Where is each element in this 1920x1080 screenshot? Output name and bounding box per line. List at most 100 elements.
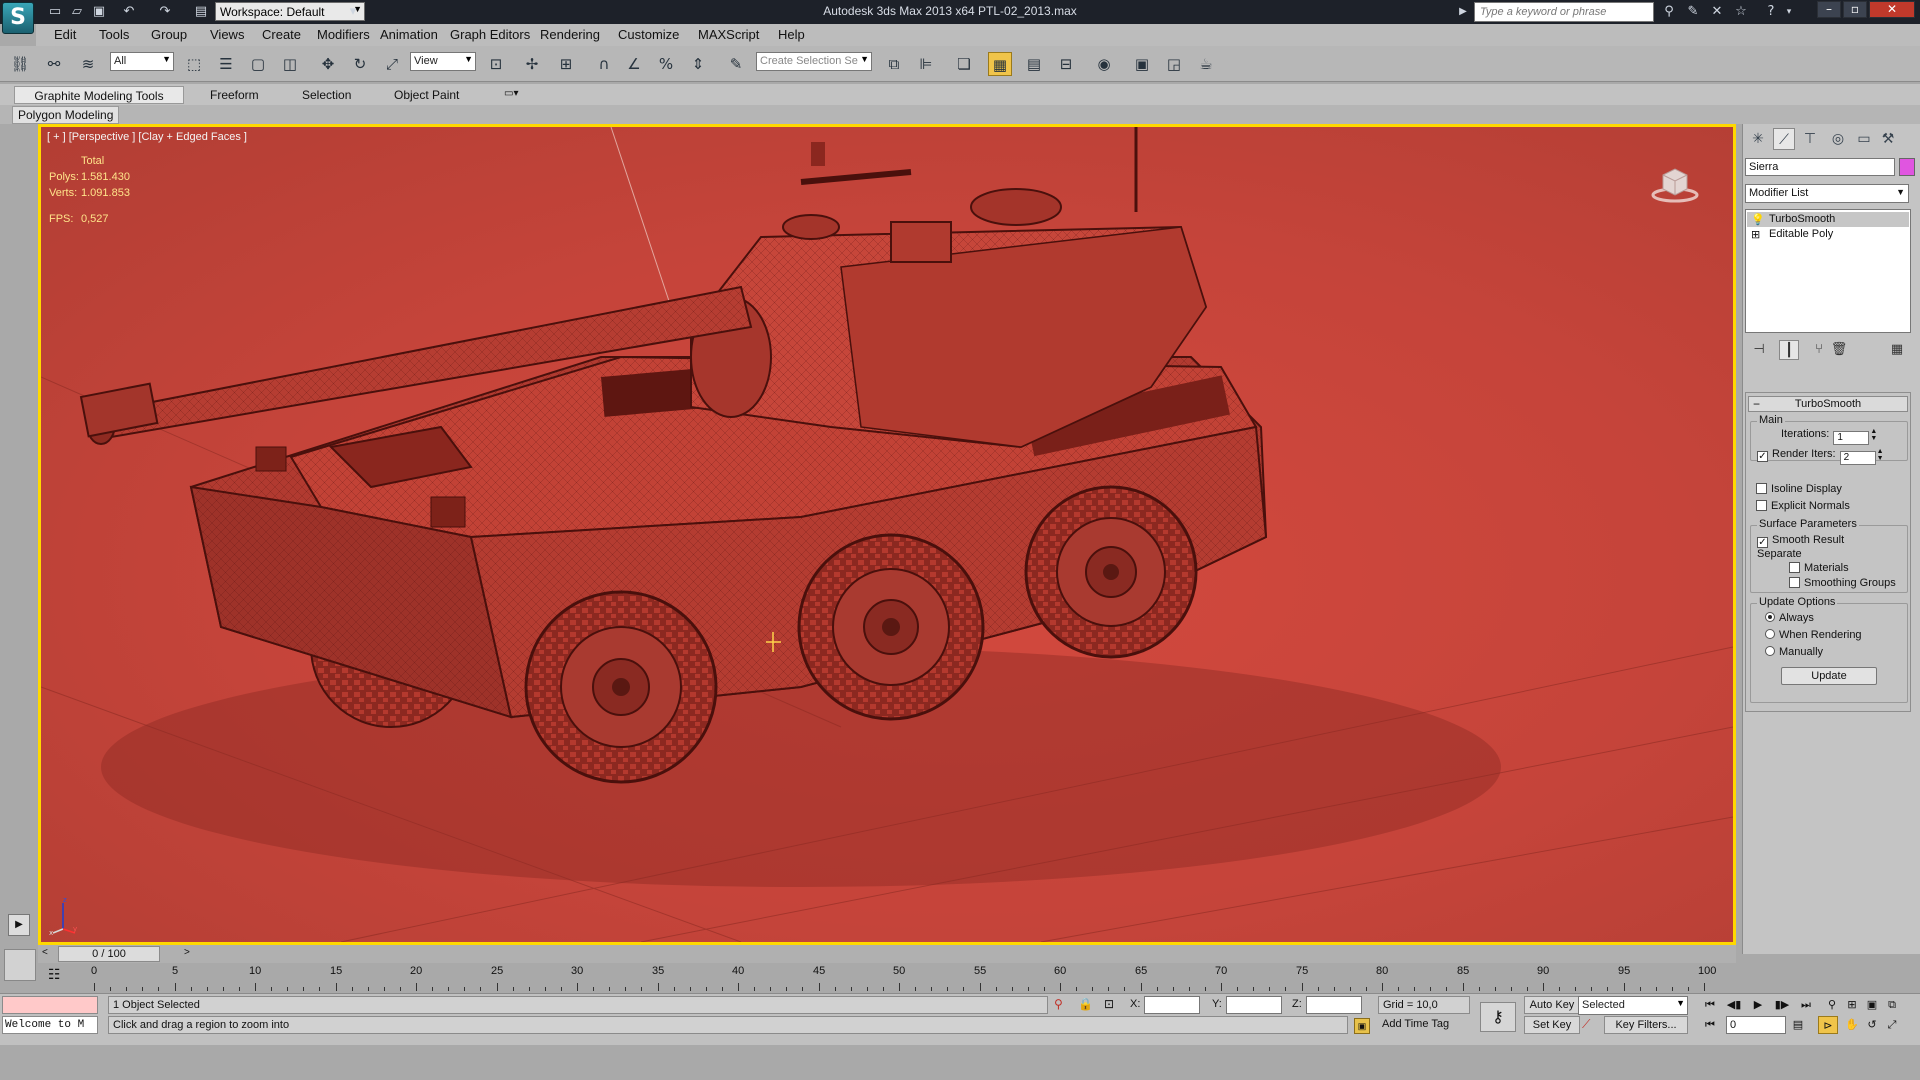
track-bar-ruler[interactable]: 0 5 10 15 20 25 30 35 40 45 50 55 60 65 70 75 80 85 90 95 10… [91, 963, 1724, 993]
menu-views[interactable]: Views [210, 27, 244, 42]
edit-named-selection-icon[interactable]: ✎ [724, 52, 748, 76]
x-coord-field[interactable] [1144, 996, 1200, 1014]
ribbon-options-icon[interactable]: ▭▾ [496, 86, 526, 104]
modify-panel-icon[interactable]: ⟋ [1773, 128, 1795, 150]
snaps-toggle-icon[interactable]: ∩ [592, 52, 616, 76]
auto-key-button[interactable]: Auto Key [1524, 996, 1580, 1014]
always-radio[interactable] [1765, 612, 1775, 622]
keyboard-shortcut-override-icon[interactable]: ⊞ [554, 52, 578, 76]
save-icon[interactable]: ▣ [90, 3, 108, 21]
search-input[interactable]: Type a keyword or phrase [1474, 2, 1654, 22]
next-frame-icon[interactable]: ▮▶ [1772, 996, 1792, 1014]
smoothing-groups-checkbox[interactable] [1789, 577, 1800, 588]
materials-checkbox[interactable] [1789, 562, 1800, 573]
menu-edit[interactable]: Edit [54, 27, 76, 42]
object-color-swatch[interactable] [1899, 158, 1915, 176]
track-bar[interactable]: ☷ 0 5 10 15 20 25 30 35 40 45 50 55 60 65 70 75 80 85 90 95… [38, 963, 1736, 993]
perspective-viewport[interactable]: [ + ] [Perspective ] [Clay + Edged Faces… [38, 124, 1736, 945]
new-file-icon[interactable]: ▭ [46, 3, 64, 21]
next-frame-arrow-icon[interactable]: > [184, 947, 190, 958]
maximize-viewport-icon[interactable]: ⤢ [1882, 1016, 1902, 1034]
current-frame-field[interactable]: 0 [1726, 1016, 1786, 1034]
material-editor-icon[interactable]: ◉ [1092, 52, 1116, 76]
previous-frame-icon[interactable]: ◀▮ [1724, 996, 1744, 1014]
chevron-down-icon[interactable]: ▾ [1780, 3, 1798, 21]
menu-create[interactable]: Create [262, 27, 301, 42]
tab-selection[interactable]: Selection [294, 86, 359, 104]
absolute-mode-icon[interactable]: ⊡ [1104, 997, 1114, 1011]
expand-arrow-icon[interactable]: ▶ [1454, 3, 1472, 21]
make-unique-icon[interactable]: ⑂ [1809, 340, 1829, 360]
zoom-region-icon[interactable]: ⊳ [1818, 1016, 1838, 1034]
bind-space-warp-icon[interactable]: ≋ [76, 52, 100, 76]
viewcube-icon[interactable] [1651, 157, 1699, 205]
chevron-down-icon[interactable]: ▾ [344, 3, 362, 21]
menu-maxscript[interactable]: MAXScript [698, 27, 759, 42]
modifier-list-dropdown[interactable]: Modifier List ▼ [1745, 184, 1909, 203]
spinner-arrows-icon[interactable]: ▲ ▼ [1876, 448, 1885, 462]
menu-graph-editors[interactable]: Graph Editors [450, 27, 530, 42]
orbit-icon[interactable]: ↺ [1862, 1016, 1882, 1034]
select-by-name-icon[interactable]: ☰ [214, 52, 238, 76]
workspace-dropdown[interactable]: Workspace: Default ▼ [215, 2, 365, 21]
pivot-center-icon[interactable]: ⊡ [484, 52, 508, 76]
menu-customize[interactable]: Customize [618, 27, 679, 42]
create-panel-icon[interactable]: ✳ [1747, 128, 1769, 150]
maximize-button[interactable]: ▫ [1843, 1, 1867, 18]
utilities-panel-icon[interactable]: ⚒ [1877, 128, 1899, 150]
hierarchy-panel-icon[interactable]: ⊤ [1799, 128, 1821, 150]
remove-modifier-icon[interactable]: 🗑 [1829, 340, 1849, 360]
layer-manager-icon[interactable]: ❏ [952, 52, 976, 76]
manipulate-icon[interactable]: ✢ [520, 52, 544, 76]
when-rendering-radio[interactable] [1765, 629, 1775, 639]
collapse-minus-icon[interactable]: − [1753, 397, 1760, 411]
smooth-result-checkbox[interactable]: ✓ [1757, 537, 1768, 548]
iterations-spinner[interactable]: 1 [1833, 431, 1870, 445]
y-coord-field[interactable] [1226, 996, 1282, 1014]
menu-help[interactable]: Help [778, 27, 805, 42]
move-icon[interactable]: ✥ [316, 52, 340, 76]
lightbulb-icon[interactable]: 💡 [1751, 213, 1765, 226]
spinner-snap-icon[interactable]: ⇕ [686, 52, 710, 76]
stack-item-editable-poly[interactable]: ⊞ Editable Poly [1747, 227, 1909, 242]
add-time-tag[interactable]: Add Time Tag [1378, 1016, 1470, 1034]
mirror-icon[interactable]: ⧉ [882, 52, 906, 76]
zoom-icon[interactable]: ⚲ [1822, 996, 1842, 1014]
named-selection-set-dropdown[interactable]: Create Selection Se ▼ [756, 52, 872, 71]
zoom-all-icon[interactable]: ⊞ [1842, 996, 1862, 1014]
project-folder-icon[interactable]: ▤ [192, 3, 210, 21]
zoom-extents-icon[interactable]: ▣ [1862, 996, 1882, 1014]
spinner-arrows-icon[interactable]: ▲ ▼ [1869, 428, 1878, 442]
curve-editor-mini-icon[interactable]: ☷ [48, 967, 61, 983]
unlink-icon[interactable]: ⚯ [42, 52, 66, 76]
curve-editor-icon[interactable]: ▤ [1022, 52, 1046, 76]
window-crossing-icon[interactable]: ◫ [278, 52, 302, 76]
tab-freeform[interactable]: Freeform [202, 86, 267, 104]
communication-center-icon[interactable]: ✎ [1684, 3, 1702, 21]
rendered-frame-window-icon[interactable]: ◲ [1162, 52, 1186, 76]
armored-vehicle-model[interactable] [41, 127, 1733, 942]
rotate-icon[interactable]: ↻ [348, 52, 372, 76]
default-tangent-icon[interactable]: ⟋ [1582, 1017, 1590, 1032]
align-icon[interactable]: ⊫ [914, 52, 938, 76]
reference-coordinate-dropdown[interactable]: View ▼ [410, 52, 476, 71]
time-slider[interactable]: < 0 / 100 > [38, 945, 1736, 963]
display-panel-icon[interactable]: ▭ [1853, 128, 1875, 150]
maxscript-mini-listener-input[interactable] [2, 996, 98, 1014]
stack-item-turbosmooth[interactable]: 💡 TurboSmooth [1747, 212, 1909, 227]
pin-stack-icon[interactable]: ⊣ [1749, 340, 1769, 360]
mini-listener-toggle[interactable] [4, 949, 36, 981]
tab-polygon-modeling[interactable]: Polygon Modeling [12, 106, 120, 124]
selection-filter-dropdown[interactable]: All ▼ [110, 52, 174, 71]
menu-rendering[interactable]: Rendering [540, 27, 600, 42]
go-to-end-icon[interactable]: ⏭ [1796, 996, 1816, 1014]
undo-icon[interactable]: ↶ [120, 3, 138, 21]
configure-modifier-sets-icon[interactable]: ▦ [1887, 340, 1907, 360]
render-setup-icon[interactable]: ▣ [1130, 52, 1154, 76]
play-icon[interactable]: ▶ [1748, 996, 1768, 1014]
play-toggle-icon[interactable]: ▶ [8, 914, 30, 936]
tab-object-paint[interactable]: Object Paint [386, 86, 467, 104]
object-name-input[interactable]: Sierra [1745, 158, 1895, 176]
explicit-normals-checkbox[interactable] [1756, 500, 1767, 511]
open-file-icon[interactable]: ▱ [68, 3, 86, 21]
